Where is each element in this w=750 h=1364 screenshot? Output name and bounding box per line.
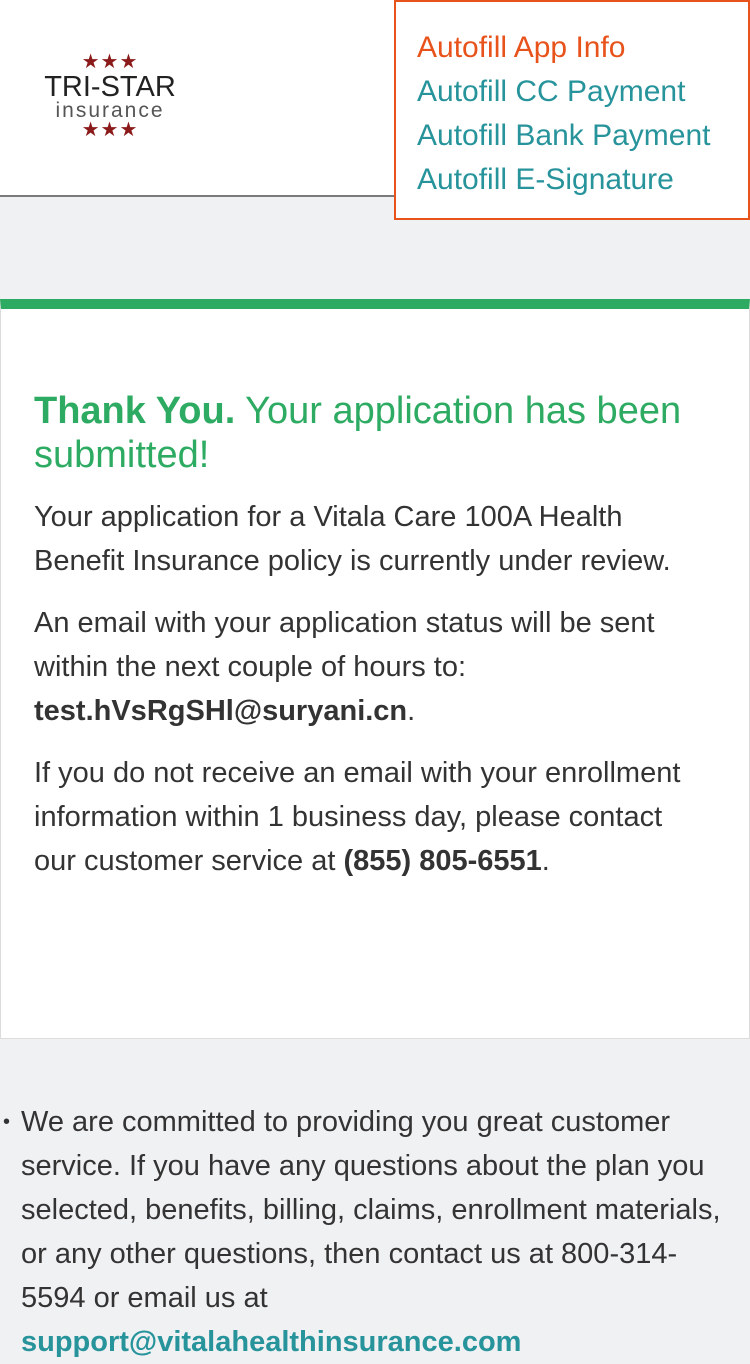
contact-paragraph: If you do not receive an email with your… [34, 751, 709, 883]
email-paragraph: An email with your application status wi… [34, 601, 709, 733]
email-paragraph-text: An email with your application status wi… [34, 607, 655, 683]
applicant-email: test.hVsRgSHl@suryani.cn [34, 695, 408, 727]
autofill-app-info-link[interactable]: Autofill App Info [417, 26, 748, 70]
confirmation-title: Thank You. Your application has been sub… [34, 389, 709, 477]
support-email-link[interactable]: support@vitalahealthinsurance.com [21, 1326, 521, 1358]
info-list-item: • We are committed to providing you great… [3, 1100, 740, 1364]
confirmation-card: Thank You. Your application has been sub… [0, 299, 750, 1039]
info-list: • We are committed to providing you great… [0, 1100, 740, 1364]
autofill-bank-payment-link[interactable]: Autofill Bank Payment [417, 114, 748, 158]
logo-sub-text: insurance [55, 99, 165, 122]
autofill-e-signature-link[interactable]: Autofill E-Signature [417, 158, 748, 202]
customer-service-info: • We are committed to providing you great… [0, 1100, 750, 1364]
logo-stars-bottom-icon: ★★★ [81, 119, 139, 141]
contact-paragraph-end: . [541, 845, 550, 877]
logo-brand-text: TRI-STAR [44, 71, 176, 103]
autofill-panel: Autofill App Info Autofill CC Payment Au… [394, 0, 750, 220]
autofill-cc-payment-link[interactable]: Autofill CC Payment [417, 70, 748, 114]
info-text: We are committed to providing you great … [21, 1106, 721, 1314]
email-paragraph-end: . [407, 695, 416, 727]
logo-stars-top-icon: ★★★ [81, 51, 139, 73]
review-paragraph: Your application for a Vitala Care 100A … [34, 501, 671, 577]
tri-star-logo[interactable]: ★★★ TRI-STAR insurance ★★★ [42, 52, 178, 140]
customer-service-phone: (855) 805-6551 [343, 845, 542, 877]
title-bold: Thank You. [34, 390, 236, 432]
bullet-icon: • [3, 1111, 11, 1133]
